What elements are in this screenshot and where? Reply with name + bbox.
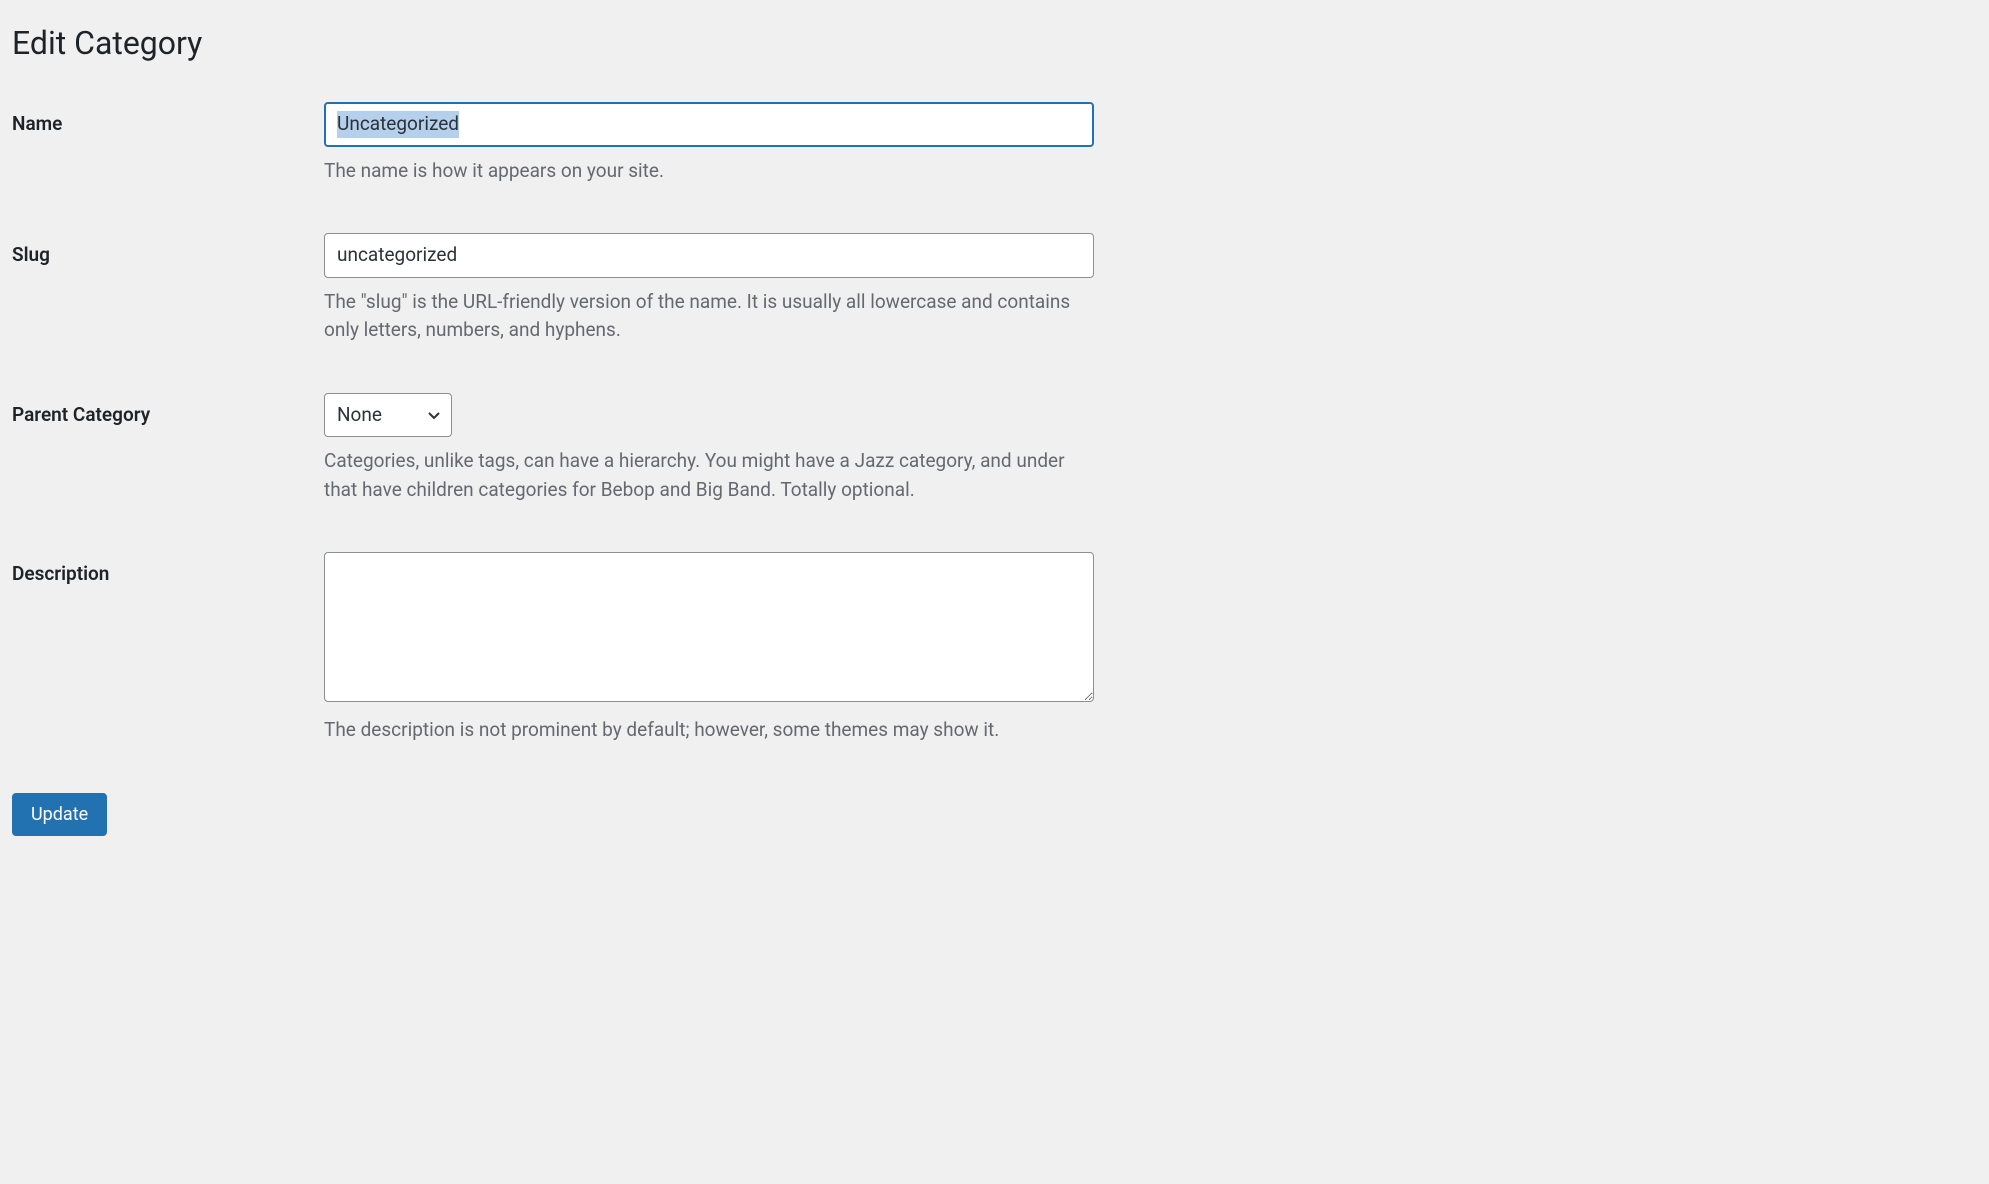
name-field-wrapper: The name is how it appears on your site. bbox=[324, 102, 1094, 185]
parent-row: Parent Category None Categories, unlike … bbox=[12, 393, 1977, 505]
parent-select[interactable]: None bbox=[324, 393, 452, 438]
description-field-wrapper: The description is not prominent by defa… bbox=[324, 552, 1094, 745]
parent-field-wrapper: None Categories, unlike tags, can have a… bbox=[324, 393, 1094, 505]
page-title: Edit Category bbox=[12, 24, 1977, 62]
slug-input[interactable] bbox=[324, 233, 1094, 278]
name-description: The name is how it appears on your site. bbox=[324, 157, 1094, 186]
name-row: Name The name is how it appears on your … bbox=[12, 102, 1977, 185]
edit-category-form: Name The name is how it appears on your … bbox=[12, 102, 1977, 745]
update-button[interactable]: Update bbox=[12, 793, 107, 837]
slug-label: Slug bbox=[12, 233, 324, 266]
description-textarea[interactable] bbox=[324, 552, 1094, 702]
parent-label: Parent Category bbox=[12, 393, 324, 426]
description-row: Description The description is not promi… bbox=[12, 552, 1977, 745]
parent-select-wrapper: None bbox=[324, 393, 452, 438]
name-label: Name bbox=[12, 102, 324, 135]
slug-description: The "slug" is the URL-friendly version o… bbox=[324, 288, 1094, 345]
description-label: Description bbox=[12, 552, 324, 585]
parent-description: Categories, unlike tags, can have a hier… bbox=[324, 447, 1094, 504]
slug-field-wrapper: The "slug" is the URL-friendly version o… bbox=[324, 233, 1094, 345]
name-input[interactable] bbox=[324, 102, 1094, 147]
slug-row: Slug The "slug" is the URL-friendly vers… bbox=[12, 233, 1977, 345]
description-helptext: The description is not prominent by defa… bbox=[324, 716, 1094, 745]
